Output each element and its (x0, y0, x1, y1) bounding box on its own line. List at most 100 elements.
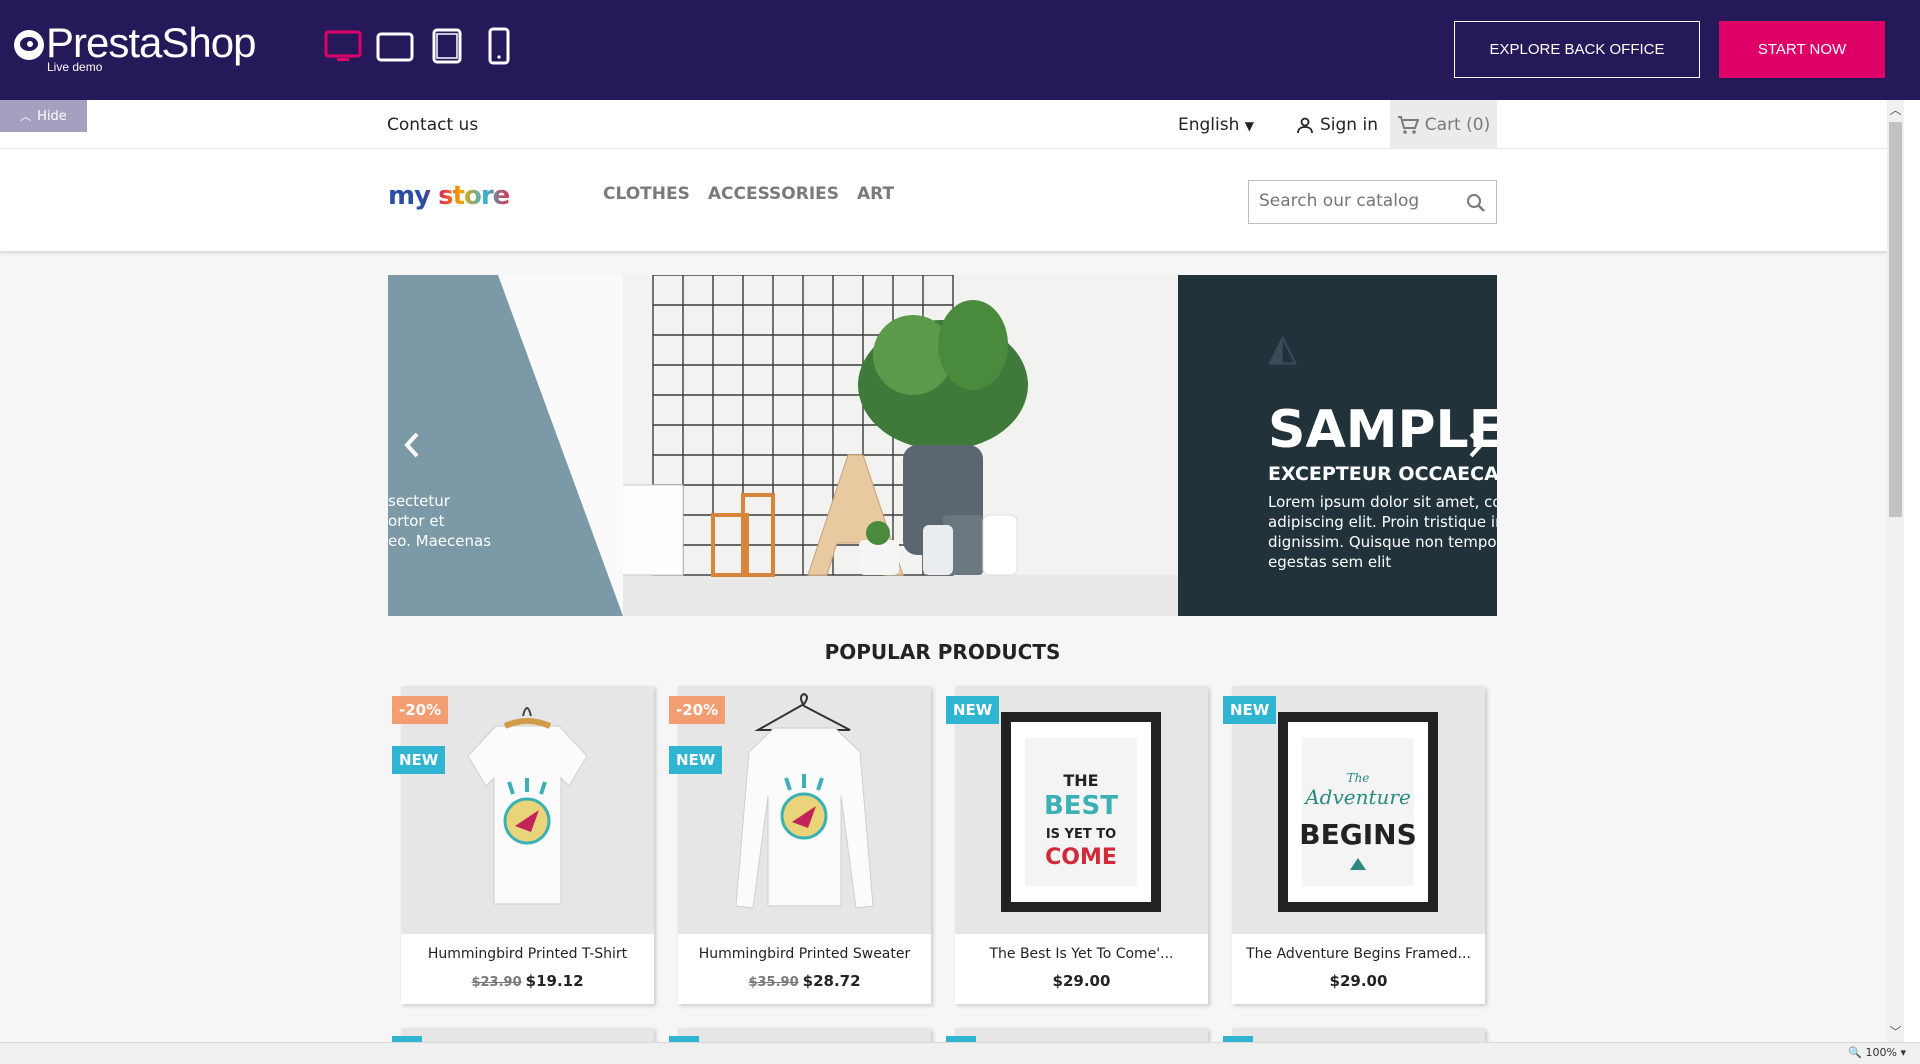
product-card[interactable] (1223, 1028, 1485, 1042)
desktop-icon[interactable] (324, 26, 362, 66)
my-store-logo-text: my store (388, 181, 510, 211)
product-name[interactable]: The Adventure Begins Framed... (1232, 946, 1485, 962)
cart-icon (1397, 115, 1419, 134)
chevron-up-icon: ︿ (20, 110, 32, 123)
discount-badge: -20% (669, 696, 726, 724)
previous-slide-line: eo. Maecenas (388, 532, 492, 550)
search-box (1248, 180, 1497, 224)
vertical-scrollbar[interactable]: ︿ ﹀ (1887, 100, 1904, 1042)
product-card[interactable]: -20% NEW Hummingbird Printed Sweater $35… (669, 686, 931, 1004)
product-name[interactable]: Hummingbird Printed Sweater (678, 946, 931, 962)
slide-body-line: adipiscing elit. Proin tristique in t (1268, 513, 1497, 531)
sale-price: $28.72 (802, 972, 861, 990)
cart-label: Cart (0) (1424, 114, 1491, 135)
svg-text:Adventure: Adventure (1303, 785, 1411, 809)
scroll-up-icon[interactable]: ︿ (1887, 100, 1904, 120)
slide-body-line: dignissim. Quisque non tempor le (1268, 533, 1497, 551)
explore-back-office-button[interactable]: EXPLORE BACK OFFICE (1454, 21, 1700, 78)
product-card[interactable] (946, 1028, 1208, 1042)
sale-price: $29.00 (1052, 972, 1111, 990)
product-price: $29.00 (955, 972, 1208, 990)
menu-item-art[interactable]: ART (857, 184, 894, 204)
sale-price: $29.00 (1329, 972, 1388, 990)
previous-slide-panel (388, 275, 623, 616)
cart-button[interactable]: Cart (0) (1390, 100, 1497, 149)
svg-text:THE: THE (1063, 771, 1098, 790)
scrollbar-thumb[interactable] (1889, 122, 1902, 517)
demo-bar: PrestaShop Live demo EXPLORE BACK OFFICE… (0, 0, 1920, 100)
main-menu: CLOTHES ACCESSORIES ART (603, 184, 894, 204)
previous-slide-text: sectetur ortor et eo. Maecenas (388, 491, 491, 551)
live-demo-label: Live demo (47, 60, 103, 74)
product-image[interactable] (678, 1028, 931, 1042)
previous-slide-line: sectetur (388, 492, 450, 510)
zoom-indicator[interactable]: 🔍 100% ▾ (1848, 1046, 1906, 1059)
product-card[interactable] (392, 1028, 654, 1042)
svg-text:IS YET TO: IS YET TO (1046, 827, 1116, 842)
zoom-icon: 🔍 (1848, 1046, 1863, 1059)
product-image[interactable] (401, 1028, 654, 1042)
svg-text:BEGINS: BEGINS (1299, 818, 1416, 851)
prestashop-logo[interactable]: PrestaShop Live demo (14, 20, 256, 74)
window-edge (1904, 100, 1920, 1042)
slide-logo-mark: ◭ (1268, 325, 1298, 369)
store-header: my store CLOTHES ACCESSORIES ART (0, 149, 1887, 251)
product-price: $35.90 $28.72 (678, 972, 931, 990)
product-image[interactable] (955, 1028, 1208, 1042)
product-price: $23.90 $19.12 (401, 972, 654, 990)
sale-price: $19.12 (525, 972, 584, 990)
zoom-level: 100% (1865, 1046, 1897, 1059)
previous-slide-line: ortor et (388, 512, 445, 530)
regular-price: $35.90 (748, 975, 799, 990)
sign-in-link[interactable]: Sign in (1296, 115, 1378, 135)
mobile-icon[interactable] (480, 26, 518, 66)
slide-image (623, 275, 1178, 616)
search-input[interactable] (1259, 191, 1459, 211)
tablet-icon[interactable] (428, 26, 466, 66)
svg-text:BEST: BEST (1044, 791, 1118, 821)
popular-products-title: POPULAR PRODUCTS (824, 640, 1061, 664)
product-card[interactable] (669, 1028, 931, 1042)
new-badge: NEW (392, 746, 446, 774)
scroll-down-icon[interactable]: ﹀ (1887, 1022, 1904, 1042)
start-now-button[interactable]: START NOW (1719, 21, 1885, 78)
product-grid-row-2 (392, 1028, 1485, 1042)
home-slider: sectetur ortor et eo. Maecenas ◭ SAMPLE … (388, 275, 1497, 616)
status-bar: 🔍 100% ▾ (0, 1042, 1920, 1064)
laptop-landscape-icon[interactable] (376, 26, 414, 66)
store-top-nav: Contact us English ▼ Sign in Cart (0) (0, 100, 1887, 149)
svg-text:COME: COME (1045, 845, 1117, 870)
hide-label: Hide (37, 108, 67, 124)
menu-item-clothes[interactable]: CLOTHES (603, 184, 690, 204)
user-icon (1297, 117, 1313, 134)
language-label: English (1178, 115, 1240, 135)
puffin-icon (14, 30, 44, 60)
product-price: $29.00 (1232, 972, 1485, 990)
caret-down-icon: ▼ (1244, 119, 1255, 133)
product-card[interactable]: THE BEST IS YET TO COME NEW The Best Is … (946, 686, 1208, 1004)
product-image[interactable] (1232, 1028, 1485, 1042)
hide-demo-bar-button[interactable]: ︿ Hide (0, 100, 87, 132)
device-switcher (324, 26, 518, 66)
new-badge: NEW (946, 696, 1000, 724)
contact-us-link[interactable]: Contact us (387, 115, 478, 135)
slide-subtitle: EXCEPTEUR OCCAECAT (1268, 463, 1497, 485)
product-card[interactable]: -20% NEW Hummingbird Printed T-Shirt $23… (392, 686, 654, 1004)
slider-next-icon[interactable] (1466, 430, 1486, 460)
slide-body-line: Lorem ipsum dolor sit amet, cons (1268, 493, 1497, 511)
my-store-logo[interactable]: my store (388, 181, 510, 211)
language-select[interactable]: English ▼ (1178, 115, 1254, 135)
svg-text:The: The (1347, 771, 1370, 785)
slider-prev-icon[interactable] (402, 430, 422, 460)
product-name[interactable]: The Best Is Yet To Come'... (955, 946, 1208, 962)
product-name[interactable]: Hummingbird Printed T-Shirt (401, 946, 654, 962)
slide-body-line: egestas sem elit (1268, 553, 1392, 571)
slide-body: Lorem ipsum dolor sit amet, cons adipisc… (1268, 492, 1497, 572)
search-icon[interactable] (1466, 193, 1486, 213)
product-card[interactable]: The Adventure BEGINS NEW The Adventure B… (1223, 686, 1485, 1004)
sign-in-label: Sign in (1320, 115, 1378, 135)
store-frame: Contact us English ▼ Sign in Cart (0) my… (0, 100, 1887, 1042)
slide-title: SAMPLE 2 (1268, 400, 1497, 460)
menu-item-accessories[interactable]: ACCESSORIES (708, 184, 839, 204)
product-grid: -20% NEW Hummingbird Printed T-Shirt $23… (392, 686, 1485, 1004)
